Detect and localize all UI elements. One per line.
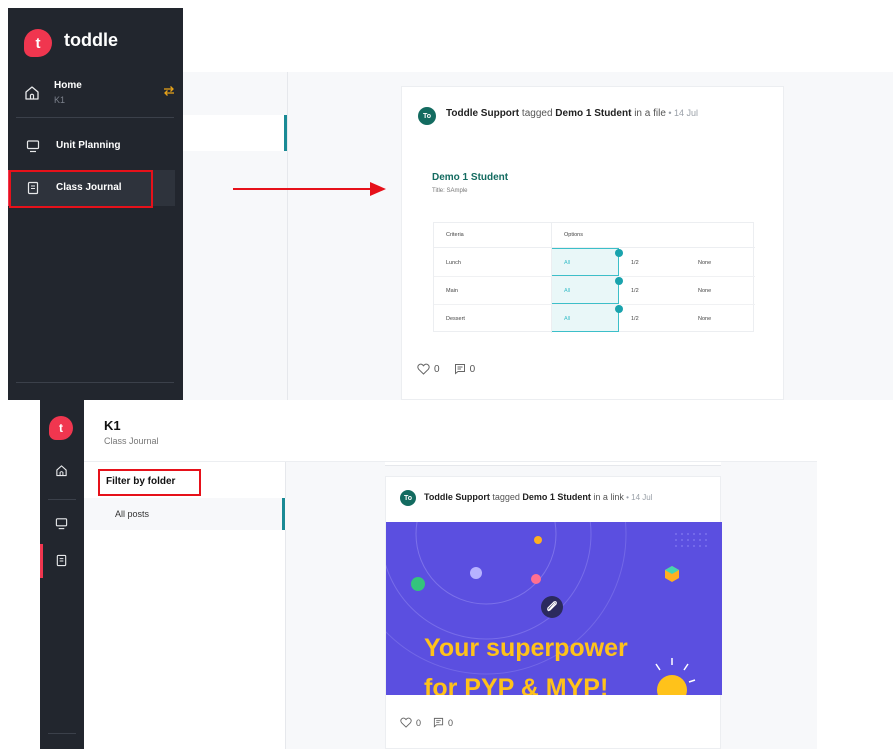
toddle-logo[interactable]: t [49, 416, 73, 440]
rubric-option: All [564, 260, 571, 266]
previous-post-card-edge [385, 462, 721, 466]
reactions-bar: 0 0 [400, 717, 453, 728]
rubric-row-divider [434, 276, 755, 277]
annotation-highlight-filter [98, 469, 201, 496]
post-author[interactable]: Toddle Support [424, 492, 490, 502]
rubric-selected-option[interactable] [551, 276, 619, 304]
post-card[interactable]: To Toddle Support tagged Demo 1 Student … [385, 476, 722, 749]
post-author[interactable]: Toddle Support [446, 108, 519, 119]
rubric-selected-option[interactable] [551, 248, 619, 276]
home-class-label: K1 [54, 95, 66, 105]
post-type: in a file [631, 108, 666, 119]
annotation-arrow [233, 188, 373, 190]
post-tagged-student[interactable]: Demo 1 Student [555, 108, 631, 119]
post-date: • 14 Jul [665, 108, 699, 118]
post-header: Toddle Support tagged Demo 1 Student in … [424, 492, 653, 502]
banner-illustration [386, 522, 707, 695]
check-icon [615, 277, 623, 285]
sidebar-divider [48, 733, 76, 734]
switch-class-icon[interactable] [162, 84, 176, 98]
rubric-table: Criteria Options Lunch All 1/2 None Main… [433, 222, 755, 333]
like-count: 0 [434, 363, 440, 375]
sidebar-divider [16, 117, 174, 118]
rubric-divider [551, 223, 552, 333]
sidebar-item-home[interactable]: Home [54, 80, 82, 91]
monitor-icon[interactable] [55, 517, 68, 530]
rubric-row-divider [434, 304, 755, 305]
heart-icon[interactable] [417, 363, 430, 375]
page-header: K1 Class Journal [84, 400, 817, 462]
comment-icon[interactable] [433, 717, 444, 728]
post-header: Toddle Support tagged Demo 1 Student in … [446, 108, 698, 119]
check-icon [615, 249, 623, 257]
rubric-option: None [698, 260, 712, 266]
post-type: in a link [590, 492, 624, 502]
rubric-option: All [564, 316, 571, 322]
journal-icon[interactable] [55, 554, 68, 567]
comment-count: 0 [469, 363, 476, 375]
top-filter-active-indicator [284, 115, 287, 151]
document-subtitle: Title: SAmple [432, 188, 468, 194]
sidebar-divider [16, 382, 174, 383]
avatar: To [400, 490, 416, 506]
post-card[interactable]: To Toddle Support tagged Demo 1 Student … [401, 86, 784, 400]
sidebar-item-label: Unit Planning [56, 140, 121, 151]
document-title: Demo 1 Student [432, 172, 509, 183]
heart-icon[interactable] [400, 717, 412, 728]
rubric-header-options: Options [564, 232, 583, 238]
banner-headline-line1: Your superpower [424, 634, 628, 662]
brand-name: toddle [64, 30, 118, 50]
top-filter-selected-item[interactable] [183, 115, 287, 151]
rubric-criteria: Lunch [446, 260, 461, 266]
page-subtitle: Class Journal [104, 436, 159, 446]
check-icon [615, 305, 623, 313]
logo-letter: t [59, 421, 63, 435]
active-indicator [40, 544, 43, 578]
comment-count: 0 [448, 717, 454, 728]
post-date: • 14 Jul [623, 493, 653, 502]
annotation-arrow-head [370, 182, 386, 196]
home-icon[interactable] [55, 464, 68, 477]
filter-item-all-posts[interactable]: All posts [84, 498, 286, 530]
banner-headline-line2: for PYP & MYP! [424, 674, 609, 695]
rubric-option: None [698, 288, 712, 294]
link-preview-banner[interactable]: Your superpower for PYP & MYP! [386, 522, 722, 695]
top-panel: t toddle Home K1 Unit Planning Class Jou… [0, 0, 893, 400]
rubric-header [434, 223, 755, 248]
rubric-option: 1/2 [631, 316, 639, 322]
bottom-panel: t K1 Class Journal Filter by folder All … [40, 400, 817, 749]
like-count: 0 [416, 717, 422, 728]
reactions-bar: 0 0 [417, 363, 475, 375]
filter-item-label: All posts [115, 509, 150, 519]
home-icon [25, 86, 39, 100]
screenshot-root: t toddle Home K1 Unit Planning Class Jou… [0, 0, 893, 749]
collapsed-sidebar: t [40, 400, 84, 749]
post-verb: tagged [489, 492, 523, 502]
avatar: To [418, 107, 436, 125]
logo-letter: t [35, 34, 41, 52]
filter-active-indicator [282, 498, 285, 530]
post-tagged-student[interactable]: Demo 1 Student [522, 492, 591, 502]
sidebar-item-unit-planning[interactable]: Unit Planning [8, 128, 175, 164]
rubric-criteria: Dessert [446, 316, 465, 322]
sidebar-divider [48, 499, 76, 500]
rubric-option: None [698, 316, 712, 322]
rubric-header-criteria: Criteria [446, 232, 464, 238]
rubric-option: 1/2 [631, 288, 639, 294]
page-title: K1 [104, 418, 121, 433]
rubric-selected-option[interactable] [551, 304, 619, 332]
annotation-highlight-class-journal [9, 170, 153, 208]
comment-icon[interactable] [454, 363, 466, 375]
top-content-header [183, 8, 893, 72]
post-verb: tagged [519, 108, 556, 119]
rubric-criteria: Main [446, 288, 458, 294]
rubric-option: All [564, 288, 571, 294]
rubric-option: 1/2 [631, 260, 639, 266]
monitor-icon [26, 140, 40, 153]
toddle-logo[interactable]: t [24, 29, 52, 57]
